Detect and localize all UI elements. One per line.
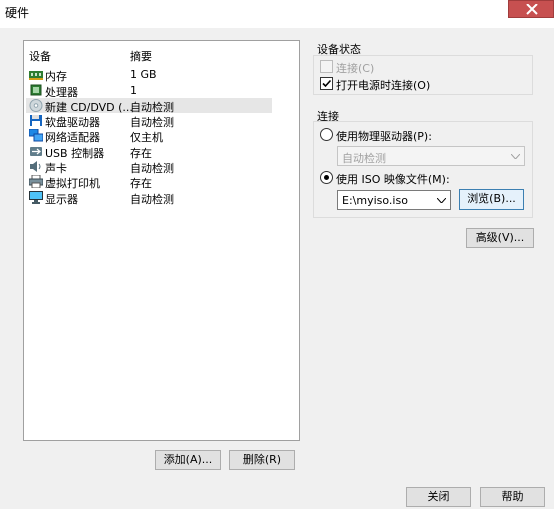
device-row-network[interactable]: 网络适配器 仅主机 <box>26 128 272 144</box>
physical-drive-radio[interactable] <box>320 128 333 141</box>
monitor-icon <box>29 191 43 204</box>
iso-path-combo[interactable]: E:\myiso.iso <box>337 190 451 210</box>
device-name: 网络适配器 <box>45 131 100 144</box>
iso-path-value: E:\myiso.iso <box>342 194 408 207</box>
device-row-usb[interactable]: USB 控制器 存在 <box>26 144 272 160</box>
column-header-summary[interactable]: 摘要 <box>130 48 152 64</box>
memory-icon <box>29 71 43 80</box>
cd-dvd-icon <box>29 99 43 112</box>
browse-button[interactable]: 浏览(B)... <box>459 189 524 210</box>
device-list-header: 设备 摘要 <box>24 47 299 63</box>
connected-label: 连接(C) <box>336 62 375 75</box>
processor-icon <box>30 84 42 96</box>
close-icon <box>526 4 538 15</box>
device-summary: 1 GB <box>130 68 157 81</box>
usb-icon <box>30 147 42 156</box>
help-button[interactable]: 帮助 <box>480 487 545 507</box>
title-bar: 硬件 <box>0 0 554 28</box>
chevron-down-icon <box>437 198 446 203</box>
speaker-icon <box>30 161 41 172</box>
device-row-processor[interactable]: 处理器 1 <box>26 83 272 99</box>
device-name: 内存 <box>45 70 67 83</box>
printer-icon <box>29 175 43 188</box>
device-summary: 自动检测 <box>130 193 174 206</box>
power-on-connect-checkbox[interactable] <box>320 77 333 90</box>
column-header-device[interactable]: 设备 <box>29 48 51 64</box>
device-summary: 存在 <box>130 177 152 190</box>
device-row-printer[interactable]: 虚拟打印机 存在 <box>26 174 272 190</box>
device-row-display[interactable]: 显示器 自动检测 <box>26 190 272 206</box>
floppy-icon <box>30 115 42 126</box>
device-summary: 1 <box>130 84 137 97</box>
advanced-button[interactable]: 高级(V)... <box>466 228 534 248</box>
device-name: 虚拟打印机 <box>45 177 100 190</box>
physical-drive-select[interactable]: 自动检测 <box>337 146 525 166</box>
device-row-floppy[interactable]: 软盘驱动器 自动检测 <box>26 113 272 129</box>
checkmark-icon <box>322 79 332 88</box>
device-row-cd-dvd[interactable]: 新建 CD/DVD (... 自动检测 <box>26 98 272 114</box>
physical-drive-value: 自动检测 <box>342 152 386 165</box>
iso-image-radio[interactable] <box>320 171 333 184</box>
device-summary: 仅主机 <box>130 131 163 144</box>
window-title: 硬件 <box>5 6 30 20</box>
remove-button[interactable]: 删除(R) <box>229 450 295 470</box>
physical-drive-label: 使用物理驱动器(P): <box>336 130 432 143</box>
power-on-connect-label: 打开电源时连接(O) <box>336 79 431 92</box>
device-name: 显示器 <box>45 193 78 206</box>
iso-image-label: 使用 ISO 映像文件(M): <box>336 173 450 186</box>
network-adapter-icon <box>29 129 43 142</box>
device-row-memory[interactable]: 内存 1 GB <box>26 67 272 83</box>
add-button[interactable]: 添加(A)... <box>155 450 221 470</box>
chevron-down-icon <box>511 154 520 159</box>
device-row-sound[interactable]: 声卡 自动检测 <box>26 159 272 175</box>
device-list[interactable]: 设备 摘要 内存 1 GB 处理器 1 新建 CD/DVD (... 自动检测 <box>23 40 300 441</box>
connected-checkbox[interactable] <box>320 60 333 73</box>
close-button[interactable]: 关闭 <box>406 487 471 507</box>
window-close-button[interactable] <box>508 0 554 18</box>
